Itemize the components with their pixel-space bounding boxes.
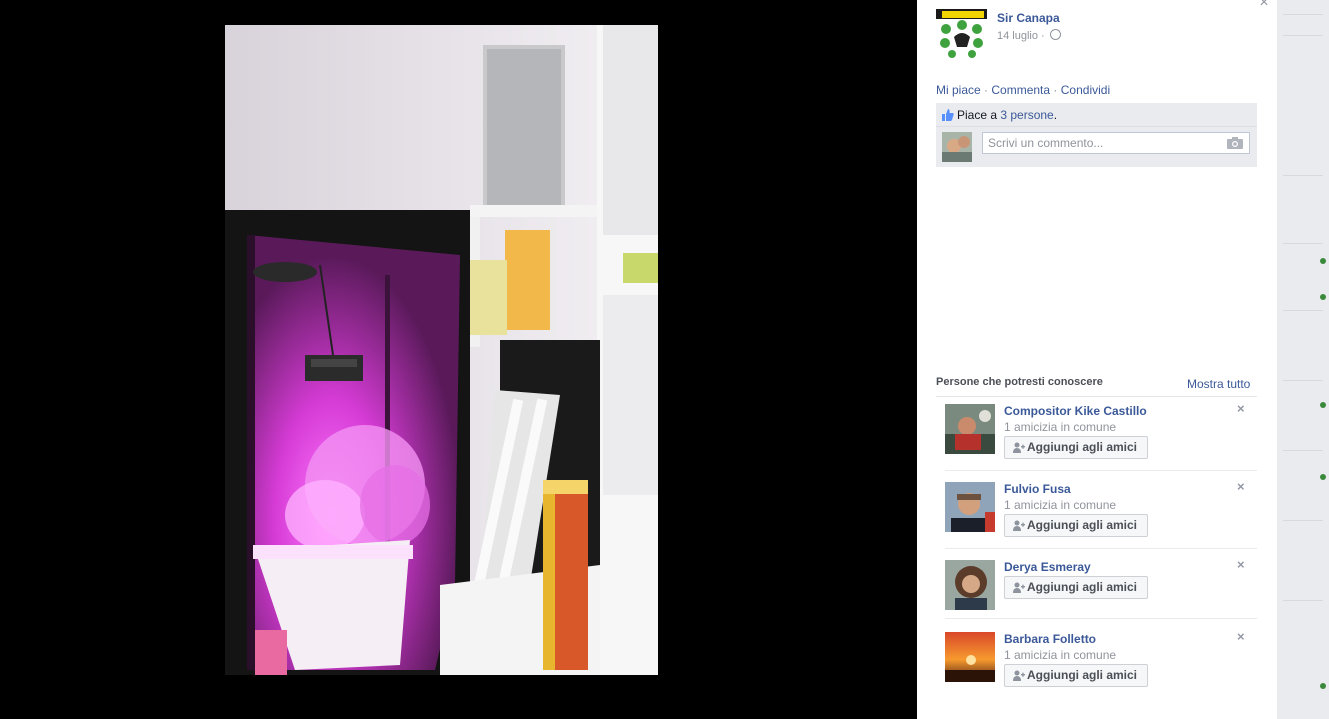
- likes-prefix: Piace a: [957, 108, 1001, 122]
- thumbs-up-icon: [942, 109, 954, 121]
- actions-sep-2: ·: [1053, 83, 1058, 97]
- post-actions: Mi piace · Commenta · Condividi: [936, 83, 1110, 97]
- pymk-person: Compositor Kike Castillo 1 amicizia in c…: [945, 401, 1257, 474]
- dismiss-person-close-icon[interactable]: ×: [1237, 629, 1245, 644]
- person-photo[interactable]: [945, 404, 995, 454]
- pymk-person: Barbara Folletto 1 amicizia in comune Ag…: [945, 629, 1257, 692]
- close-icon[interactable]: ×: [1255, 0, 1273, 12]
- grow-tent-photo: [225, 25, 658, 675]
- add-friend-button[interactable]: Aggiungi agli amici: [1004, 514, 1148, 537]
- likes-suffix: .: [1053, 108, 1058, 122]
- add-friend-label: Aggiungi agli amici: [1027, 518, 1138, 532]
- add-friend-button[interactable]: Aggiungi agli amici: [1004, 664, 1148, 687]
- owner-name-link[interactable]: Sir Canapa: [997, 11, 1060, 25]
- comment-link[interactable]: Commenta: [991, 83, 1050, 97]
- meta-separator: ·: [1041, 30, 1045, 42]
- globe-icon[interactable]: [1049, 29, 1061, 40]
- add-friend-button[interactable]: Aggiungi agli amici: [1004, 436, 1148, 459]
- likes-divider: [936, 126, 1257, 127]
- person-photo[interactable]: [945, 560, 995, 610]
- share-link[interactable]: Condividi: [1061, 83, 1110, 97]
- add-friend-button[interactable]: Aggiungi agli amici: [1004, 576, 1148, 599]
- dismiss-person-close-icon[interactable]: ×: [1237, 557, 1245, 572]
- pymk-person: Derya Esmeray Aggiungi agli amici ×: [945, 557, 1257, 622]
- likers-link[interactable]: 3 persone: [1000, 108, 1053, 122]
- person-name-link[interactable]: Derya Esmeray: [1004, 560, 1091, 574]
- person-photo[interactable]: [945, 482, 995, 532]
- pymk-row-divider: [945, 548, 1257, 549]
- like-link[interactable]: Mi piace: [936, 83, 981, 97]
- dismiss-person-close-icon[interactable]: ×: [1237, 401, 1245, 416]
- post-meta: 14 luglio ·: [997, 29, 1061, 42]
- pymk-divider: [936, 396, 1257, 397]
- likes-summary: Piace a 3 persone.: [942, 108, 1057, 122]
- add-friend-icon: [1013, 582, 1025, 593]
- actions-sep-1: ·: [984, 83, 989, 97]
- person-name-link[interactable]: Compositor Kike Castillo: [1004, 404, 1147, 418]
- person-name-link[interactable]: Fulvio Fusa: [1004, 482, 1071, 496]
- person-name-link[interactable]: Barbara Folletto: [1004, 632, 1096, 646]
- dismiss-person-close-icon[interactable]: ×: [1237, 479, 1245, 494]
- add-friend-icon: [1013, 670, 1025, 681]
- camera-icon[interactable]: [1227, 137, 1243, 149]
- mutual-friends-text[interactable]: 1 amicizia in comune: [1004, 420, 1116, 434]
- mutual-friends-text[interactable]: 1 amicizia in comune: [1004, 648, 1116, 662]
- add-friend-icon: [1013, 442, 1025, 453]
- owner-profile-picture[interactable]: [936, 9, 987, 60]
- add-friend-icon: [1013, 520, 1025, 531]
- add-friend-label: Aggiungi agli amici: [1027, 668, 1138, 682]
- person-photo[interactable]: [945, 632, 995, 682]
- pymk-person: Fulvio Fusa 1 amicizia in comune Aggiung…: [945, 479, 1257, 552]
- viewer-avatar: [942, 132, 972, 162]
- likes-comments-box: Piace a 3 persone.: [936, 103, 1257, 167]
- comment-input[interactable]: [982, 132, 1250, 154]
- photo-stage[interactable]: [0, 0, 917, 719]
- pymk-row-divider: [945, 470, 1257, 471]
- pymk-see-all-link[interactable]: Mostra tutto: [1187, 377, 1250, 391]
- add-friend-label: Aggiungi agli amici: [1027, 580, 1138, 594]
- mutual-friends-text[interactable]: 1 amicizia in comune: [1004, 498, 1116, 512]
- add-friend-label: Aggiungi agli amici: [1027, 440, 1138, 454]
- background-page-strip: [1277, 0, 1329, 719]
- pymk-row-divider: [945, 618, 1257, 619]
- photo-side-panel: × Sir Canapa 14 luglio · Mi piace · Comm…: [917, 0, 1277, 719]
- post-date[interactable]: 14 luglio: [997, 30, 1038, 42]
- pymk-title: Persone che potresti conoscere: [936, 376, 1103, 388]
- post-photo[interactable]: [225, 25, 658, 675]
